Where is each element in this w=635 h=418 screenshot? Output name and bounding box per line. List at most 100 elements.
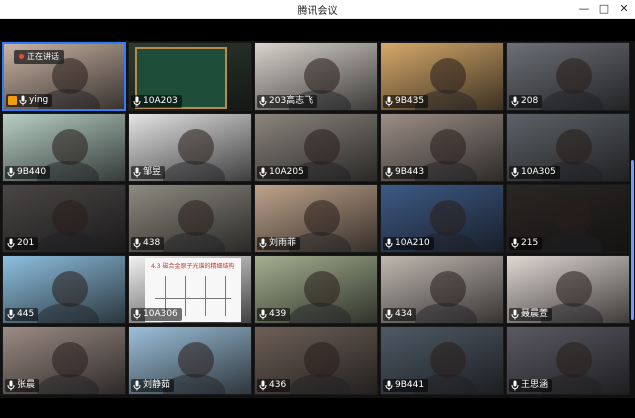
- participant-name-tag: 208: [509, 95, 543, 108]
- participant-tile[interactable]: 王思涵: [506, 326, 630, 395]
- participant-tile[interactable]: 张晨: [2, 326, 126, 395]
- participant-tile[interactable]: 9B443: [380, 113, 504, 182]
- participant-name: 9B435: [395, 96, 425, 106]
- microphone-icon: [133, 96, 141, 107]
- participant-name: 10A305: [521, 167, 556, 177]
- participant-tile[interactable]: 刘雨菲: [254, 184, 378, 253]
- participant-name-tag: 201: [5, 237, 39, 250]
- bottom-black-strip: [0, 398, 635, 418]
- participant-name-tag: 9B440: [5, 166, 51, 179]
- participant-name-tag: 10A210: [383, 237, 434, 250]
- microphone-icon: [133, 309, 141, 320]
- participant-name-tag: ying: [6, 94, 53, 107]
- microphone-icon: [511, 380, 519, 391]
- participant-tile[interactable]: 208: [506, 42, 630, 111]
- participant-tile[interactable]: 9B440: [2, 113, 126, 182]
- microphone-icon: [7, 380, 15, 391]
- microphone-icon: [385, 309, 393, 320]
- microphone-icon: [133, 238, 141, 249]
- participant-tile[interactable]: 10A210: [380, 184, 504, 253]
- participant-name: 10A205: [269, 167, 304, 177]
- participant-name: 聂晨萱: [521, 309, 549, 319]
- participant-name-tag: 10A305: [509, 166, 560, 179]
- participant-name-tag: 10A205: [257, 166, 308, 179]
- participant-name-tag: 刘静茹: [131, 379, 175, 392]
- participant-name-tag: 438: [131, 237, 165, 250]
- participant-tile[interactable]: 9B435: [380, 42, 504, 111]
- participant-name: 445: [17, 309, 35, 319]
- grid-scrollbar[interactable]: [631, 160, 634, 320]
- microphone-icon: [7, 167, 15, 178]
- slide-line: [155, 298, 231, 299]
- speaking-dot-icon: [19, 54, 24, 59]
- microphone-icon: [511, 309, 519, 320]
- slide-title: 4.3 磁合金原子光谱的精细结构: [151, 263, 235, 270]
- participant-name: 208: [521, 96, 539, 106]
- speaking-indicator: 正在讲话: [14, 50, 64, 64]
- microphone-icon: [19, 95, 27, 106]
- participant-tile[interactable]: 215: [506, 184, 630, 253]
- participant-name-tag: 434: [383, 308, 417, 321]
- close-icon[interactable]: ✕: [616, 1, 632, 17]
- participant-name-tag: 9B441: [383, 379, 429, 392]
- microphone-icon: [511, 96, 519, 107]
- participant-name: ying: [29, 95, 49, 105]
- participant-tile[interactable]: 436: [254, 326, 378, 395]
- speaking-label: 正在讲话: [27, 52, 59, 61]
- top-black-strip: [0, 19, 635, 41]
- participant-name-tag: 聂晨萱: [509, 308, 553, 321]
- person-icon: [8, 96, 17, 105]
- slide-line: [185, 276, 186, 316]
- microphone-icon: [385, 167, 393, 178]
- participant-name: 215: [521, 238, 539, 248]
- microphone-icon: [7, 238, 15, 249]
- participant-tile[interactable]: 10A305: [506, 113, 630, 182]
- title-bar: 腾讯会议 — □ ✕: [0, 0, 635, 19]
- microphone-icon: [259, 238, 267, 249]
- participant-tile[interactable]: 438: [128, 184, 252, 253]
- participant-name: 邹昱: [143, 167, 162, 177]
- participant-tile[interactable]: 正在讲话 ying: [2, 42, 126, 111]
- participant-name: 434: [395, 309, 413, 319]
- microphone-icon: [259, 167, 267, 178]
- participant-tile[interactable]: 201: [2, 184, 126, 253]
- participant-name: 9B440: [17, 167, 47, 177]
- participant-tile[interactable]: 439: [254, 255, 378, 324]
- participant-tile[interactable]: 聂晨萱: [506, 255, 630, 324]
- maximize-icon[interactable]: □: [596, 1, 612, 17]
- participant-name: 436: [269, 380, 287, 390]
- participant-tile[interactable]: 10A205: [254, 113, 378, 182]
- microphone-icon: [259, 380, 267, 391]
- slide-line: [205, 276, 206, 316]
- participant-name: 9B443: [395, 167, 425, 177]
- microphone-icon: [259, 96, 267, 107]
- participant-tile[interactable]: 203高志飞: [254, 42, 378, 111]
- participant-name: 9B441: [395, 380, 425, 390]
- participant-name-tag: 439: [257, 308, 291, 321]
- participant-name: 10A210: [395, 238, 430, 248]
- slide-line: [225, 276, 226, 316]
- minimize-icon[interactable]: —: [576, 1, 592, 17]
- participant-tile[interactable]: 刘静茹: [128, 326, 252, 395]
- microphone-icon: [259, 309, 267, 320]
- microphone-icon: [133, 380, 141, 391]
- microphone-icon: [385, 96, 393, 107]
- participant-tile[interactable]: 10A203: [128, 42, 252, 111]
- participant-name-tag: 10A306: [131, 308, 182, 321]
- participant-tile[interactable]: 4.3 磁合金原子光谱的精细结构 10A306: [128, 255, 252, 324]
- participant-tile[interactable]: 445: [2, 255, 126, 324]
- participant-name: 王思涵: [521, 380, 549, 390]
- microphone-icon: [133, 167, 141, 178]
- participant-name: 203高志飞: [269, 96, 314, 106]
- video-grid: 正在讲话 ying 10A203 203高志飞 9B435 208 9B440 邹昱 10A20…: [0, 41, 635, 398]
- participant-name-tag: 215: [509, 237, 543, 250]
- participant-name-tag: 刘雨菲: [257, 237, 301, 250]
- participant-name: 201: [17, 238, 35, 248]
- participant-tile[interactable]: 邹昱: [128, 113, 252, 182]
- participant-tile[interactable]: 9B441: [380, 326, 504, 395]
- microphone-icon: [511, 167, 519, 178]
- participant-name-tag: 9B435: [383, 95, 429, 108]
- participant-name: 刘静茹: [143, 380, 171, 390]
- participant-name-tag: 王思涵: [509, 379, 553, 392]
- participant-tile[interactable]: 434: [380, 255, 504, 324]
